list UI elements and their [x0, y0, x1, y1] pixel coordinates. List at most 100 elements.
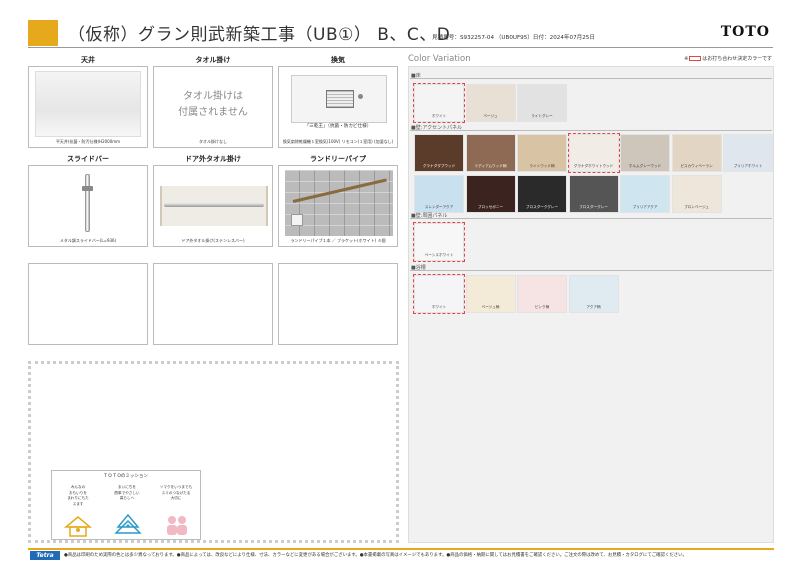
tree-icon: [114, 513, 142, 534]
color-swatch[interactable]: ホワイト: [413, 83, 465, 123]
note-prefix: ※: [684, 56, 689, 62]
mission-col-1: みんなの おもいりを まわりにもた スます: [67, 485, 89, 506]
product-card-empty-3: [278, 263, 398, 345]
vent-grille-icon: [326, 90, 354, 108]
color-swatch[interactable]: ブロスダークグレー: [517, 175, 567, 213]
color-swatch[interactable]: ライトグレー: [517, 84, 567, 122]
color-swatch-label: アクア柄: [586, 305, 601, 309]
color-swatch[interactable]: ベージュ: [465, 84, 516, 122]
color-swatch-label: ミディアムウッド柄: [474, 164, 507, 168]
color-swatch[interactable]: ブロスダーグレー: [568, 175, 619, 213]
color-swatch[interactable]: ブロッセボニー: [465, 175, 516, 213]
color-swatch-label: ホワイト: [431, 114, 447, 118]
color-swatch[interactable]: ライトウッド柄: [517, 134, 567, 172]
no-towel-line2: 付属されません: [178, 107, 248, 118]
footer-logo: Tetra: [30, 551, 60, 560]
product-caption: 平天井(抗菌・防汚仕様)H2000mm: [55, 139, 121, 144]
toto-mission-box: T O T Oのミッション みんなの おもいりを まわりにもた スます まいにち…: [51, 470, 201, 540]
ventilation-unit-image: [291, 75, 387, 123]
header-accent-block: [28, 20, 58, 46]
color-section-divider: [410, 270, 772, 271]
color-swatch[interactable]: ミディアムウッド柄: [465, 134, 516, 172]
product-title-ventilation: 換気: [331, 56, 345, 64]
color-swatch-label: ベージュ柄: [481, 305, 500, 309]
product-card-ceiling[interactable]: 平天井(抗菌・防汚仕様)H2000mm: [28, 66, 148, 148]
people-icon: [167, 516, 187, 535]
color-swatch-label: ベージュ: [483, 114, 498, 118]
color-section-divider: [410, 78, 772, 79]
color-swatch-label: ブロッセボニー: [477, 205, 504, 209]
color-swatch-label: ブロンベージュ: [684, 205, 709, 209]
towel-bar-icon: [164, 203, 264, 207]
color-swatch-label: ピンク柄: [534, 305, 550, 309]
no-towel-line1: タオル掛けは: [183, 91, 243, 102]
page-title: （仮称）グラン則武新築工事（UB①） B、C、D: [68, 25, 451, 45]
footer-divider: [28, 548, 774, 550]
color-swatch-label: スレンダーアクア: [424, 205, 454, 209]
color-swatch-label: ブロスダークグレー: [525, 205, 559, 209]
product-caption: ランドリーパイプ１本 ／ ブラケット(ホワイト) ４個: [290, 238, 386, 243]
quote-info: 見積番号：S932257-04 （UB0UF95）日付：2024年07月25日: [432, 35, 595, 41]
color-swatch-label: ブリリアホワイト: [733, 164, 763, 168]
color-section-divider: [410, 130, 772, 131]
color-swatch[interactable]: ベージュ柄: [465, 275, 516, 313]
mission-col-3: ソマクをいつまでも スミのつなげたる 大切に: [159, 485, 193, 500]
color-variation-title: Color Variation: [408, 54, 471, 64]
color-swatch-label: ライトグレー: [531, 114, 553, 118]
mission-col-2: まいにちを 簡単でやさしい 暮らしへ: [114, 485, 140, 500]
product-card-towel[interactable]: タオル掛けは 付属されません タオル掛けなし: [153, 66, 273, 148]
product-caption: 換気扇除乾燥機１室換気(100V) リモコン(１室用) (加湿なし): [282, 139, 394, 144]
product-caption: ドア外タオル掛け(ステンレスバー): [181, 238, 245, 243]
footer-disclaimer: ●商品は印刷のため実際の色とは多少異なっております。●商品によっては、改良などに…: [64, 553, 687, 558]
product-card-laundry-pipe[interactable]: ランドリーパイプ１本 ／ ブラケット(ホワイト) ４個: [278, 165, 398, 247]
no-towel-message: タオル掛けは 付属されません: [154, 89, 272, 121]
product-card-empty-1: [28, 263, 148, 345]
product-caption: メタル調スライドバー(L=936): [59, 238, 117, 243]
slide-bar-image: [85, 174, 90, 232]
product-title-ceiling: 天井: [81, 56, 95, 64]
color-section-divider: [410, 218, 772, 219]
color-swatch[interactable]: ブリリアホワイト: [723, 134, 773, 172]
brand-logo: TOTO: [720, 24, 770, 40]
product-caption: タオル掛けなし: [199, 139, 227, 144]
product-title-slidebar: スライドバー: [67, 155, 109, 163]
ceiling-image: [35, 71, 141, 137]
product-title-laundry-pipe: ランドリーパイプ: [310, 155, 366, 163]
product-title-door-towel: ドア外タオル掛け: [185, 155, 241, 163]
color-swatch-label: ブロスダーグレー: [579, 205, 608, 209]
product-card-empty-2: [153, 263, 273, 345]
notes-area: T O T Oのミッション みんなの おもいりを まわりにもた スます まいにち…: [28, 361, 399, 543]
color-swatch-label: ライトウッド柄: [529, 164, 555, 168]
color-swatch-label: ホワイト: [431, 305, 447, 309]
color-swatch-label: グラナダダブウッド: [422, 164, 456, 168]
color-swatch-label: ベーシスホワイト: [424, 253, 454, 257]
color-swatch[interactable]: ブリリアアクア: [620, 175, 670, 213]
product-title-towel: タオル掛け: [195, 56, 231, 64]
page-header: （仮称）グラン則武新築工事（UB①） B、C、D 見積番号：S932257-04…: [0, 0, 800, 52]
house-icon: [64, 516, 92, 537]
color-swatch[interactable]: ピスカウィベーラン: [671, 134, 722, 172]
mission-title: T O T Oのミッション: [104, 474, 148, 479]
product-card-ventilation[interactable]: 「三乾王」（抗菌・防カビ仕様） 換気扇除乾燥機１室換気(100V) リモコン(１…: [278, 66, 398, 148]
bracket-icon: [291, 214, 303, 226]
product-card-door-towel[interactable]: ドア外タオル掛け(ステンレスバー): [153, 165, 273, 247]
color-swatch-label: ホルムグレーウッド: [628, 164, 662, 168]
color-swatch[interactable]: ピンク柄: [517, 275, 567, 313]
color-swatch[interactable]: アクア柄: [568, 275, 619, 313]
note-suffix: はお打ち合わせ決定カラーです: [702, 56, 772, 62]
color-swatch-label: ブリリアアクア: [632, 205, 658, 209]
ventilation-inner-label: 「三乾王」（抗菌・防カビ仕様）: [304, 124, 372, 129]
color-swatch[interactable]: ベーシスホワイト: [413, 222, 465, 262]
product-card-slidebar[interactable]: メタル調スライドバー(L=936): [28, 165, 148, 247]
color-swatch[interactable]: ブロンベージュ: [671, 175, 722, 213]
color-swatch-label: グラナダホワイトウッド: [573, 164, 614, 168]
color-swatch[interactable]: スレンダーアクア: [414, 175, 464, 213]
header-divider: [28, 47, 773, 48]
slide-knob-icon: [82, 186, 93, 191]
color-swatch[interactable]: ホルムグレーウッド: [620, 134, 670, 172]
color-swatch[interactable]: グラナダホワイトウッド: [567, 133, 620, 173]
selected-color-note: ※ はお打ち合わせ決定カラーです: [684, 55, 772, 62]
color-swatch[interactable]: ホワイト: [413, 274, 465, 314]
vent-knob-icon: [358, 94, 363, 99]
color-swatch[interactable]: グラナダダブウッド: [414, 134, 464, 172]
